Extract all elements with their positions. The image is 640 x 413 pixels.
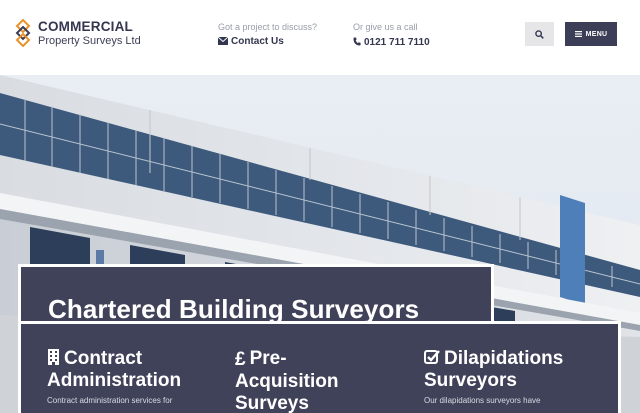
contact-us-link[interactable]: Contact Us [217,36,317,47]
building-icon [48,349,59,365]
brand-name[interactable]: COMMERCIAL Property Surveys Ltd [38,20,141,47]
search-button[interactable] [525,22,554,46]
hamburger-icon [574,31,582,37]
search-icon [535,29,544,39]
phone-block: Or give us a call 0121 711 7110 [353,23,430,48]
phone-link[interactable]: 0121 711 7110 [353,37,430,48]
service-description: Contract administration services for [47,396,173,405]
service-heading[interactable]: Dilapidations Surveyors [424,348,563,392]
contact-block: Got a project to discuss? Contact Us [217,22,318,47]
checkbox-icon [424,350,440,364]
logo-icon[interactable] [14,19,32,47]
pound-icon: £ [235,349,246,370]
service-heading[interactable]: £ Pre- Acquisition Surveys [235,348,338,413]
brand-title: COMMERCIAL [38,19,133,34]
page-title: Chartered Building Surveyors [48,294,420,324]
brand-subtitle: Property Surveys Ltd [38,34,141,47]
service-contract-administration[interactable]: Contract Administration Contract adminis… [47,348,181,405]
project-prompt: Got a project to discuss? [218,22,318,32]
service-pre-acquisition-surveys[interactable]: £ Pre- Acquisition Surveys [235,348,338,413]
service-title-line1: Contract [64,348,143,369]
phone-number: 0121 711 7110 [364,37,430,48]
menu-label: MENU [585,30,608,38]
menu-button[interactable]: MENU [565,22,617,46]
site-header: COMMERCIAL Property Surveys Ltd Got a pr… [0,0,640,75]
service-title-line1: Pre- [249,348,287,369]
call-prompt: Or give us a call [353,22,418,32]
envelope-icon [217,36,229,45]
phone-icon [353,37,361,46]
service-dilapidations-surveyors[interactable]: Dilapidations Surveyors Our dilapidation… [424,348,563,405]
hero-title-box: Chartered Building Surveyors [18,264,494,324]
service-title-line1: Dilapidations [444,348,564,369]
service-description: Our dilapidations surveyors have [424,396,541,405]
service-title-line2: Administration [47,370,182,391]
contact-us-label: Contact Us [231,36,284,47]
service-title-line2: Surveyors [424,370,517,391]
service-title-line3: Surveys [235,393,309,413]
service-title-line2: Acquisition [235,371,339,392]
service-heading[interactable]: Contract Administration [47,348,181,392]
